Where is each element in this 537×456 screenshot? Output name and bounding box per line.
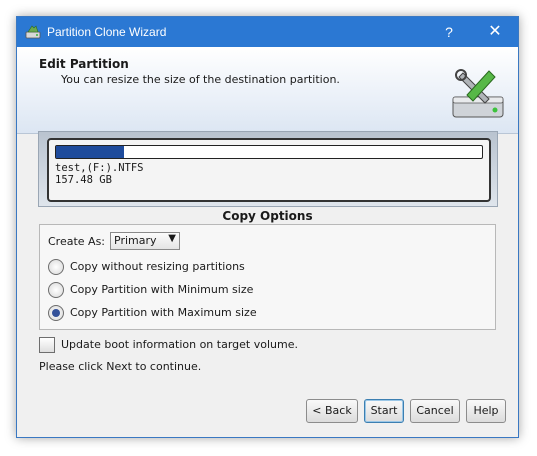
partition-label: test,(F:).NTFS 157.48 GB [55, 162, 144, 186]
radio-button[interactable] [48, 259, 64, 275]
radio-button[interactable] [48, 305, 64, 321]
partition-usage-fill [56, 146, 125, 158]
chevron-down-icon: ▼ [168, 233, 176, 244]
close-button[interactable]: ✕ [472, 17, 518, 47]
create-as-select[interactable]: Primary ▼ [110, 232, 180, 250]
partition-usage-bar [55, 145, 483, 159]
partition-block[interactable]: test,(F:).NTFS 157.48 GB [47, 138, 491, 202]
help-title-button[interactable]: ? [426, 17, 472, 47]
instruction-text: Please click Next to continue. [39, 360, 202, 373]
update-boot-label: Update boot information on target volume… [61, 338, 298, 351]
back-button[interactable]: < Back [306, 399, 358, 423]
update-boot-checkbox[interactable] [39, 337, 55, 353]
option-label: Copy Partition with Maximum size [70, 306, 257, 319]
title-bar[interactable]: Partition Clone Wizard ? ✕ [17, 17, 518, 47]
page-subtitle: You can resize the size of the destinati… [61, 73, 340, 86]
create-as-value: Primary [114, 234, 157, 247]
option-label: Copy without resizing partitions [70, 260, 245, 273]
partition-name: test,(F:).NTFS [55, 162, 144, 174]
wizard-header: Edit Partition You can resize the size o… [17, 47, 518, 134]
disk-map-panel: test,(F:).NTFS 157.48 GB [38, 131, 498, 207]
app-icon [25, 25, 41, 39]
copy-options-title: Copy Options [222, 209, 313, 223]
copy-options-group: Create As: Primary ▼ Copy without resizi… [39, 224, 496, 330]
radio-button[interactable] [48, 282, 64, 298]
page-title: Edit Partition [39, 57, 129, 71]
create-as-label: Create As: [48, 235, 106, 248]
option-label: Copy Partition with Minimum size [70, 283, 254, 296]
disk-tools-icon [452, 69, 504, 118]
help-button[interactable]: Help [466, 399, 506, 423]
partition-size: 157.48 GB [55, 174, 112, 186]
wizard-window: Partition Clone Wizard ? ✕ Edit Partitio… [16, 16, 519, 438]
cancel-button[interactable]: Cancel [410, 399, 460, 423]
window-title: Partition Clone Wizard [47, 25, 167, 39]
start-button[interactable]: Start [364, 399, 404, 423]
